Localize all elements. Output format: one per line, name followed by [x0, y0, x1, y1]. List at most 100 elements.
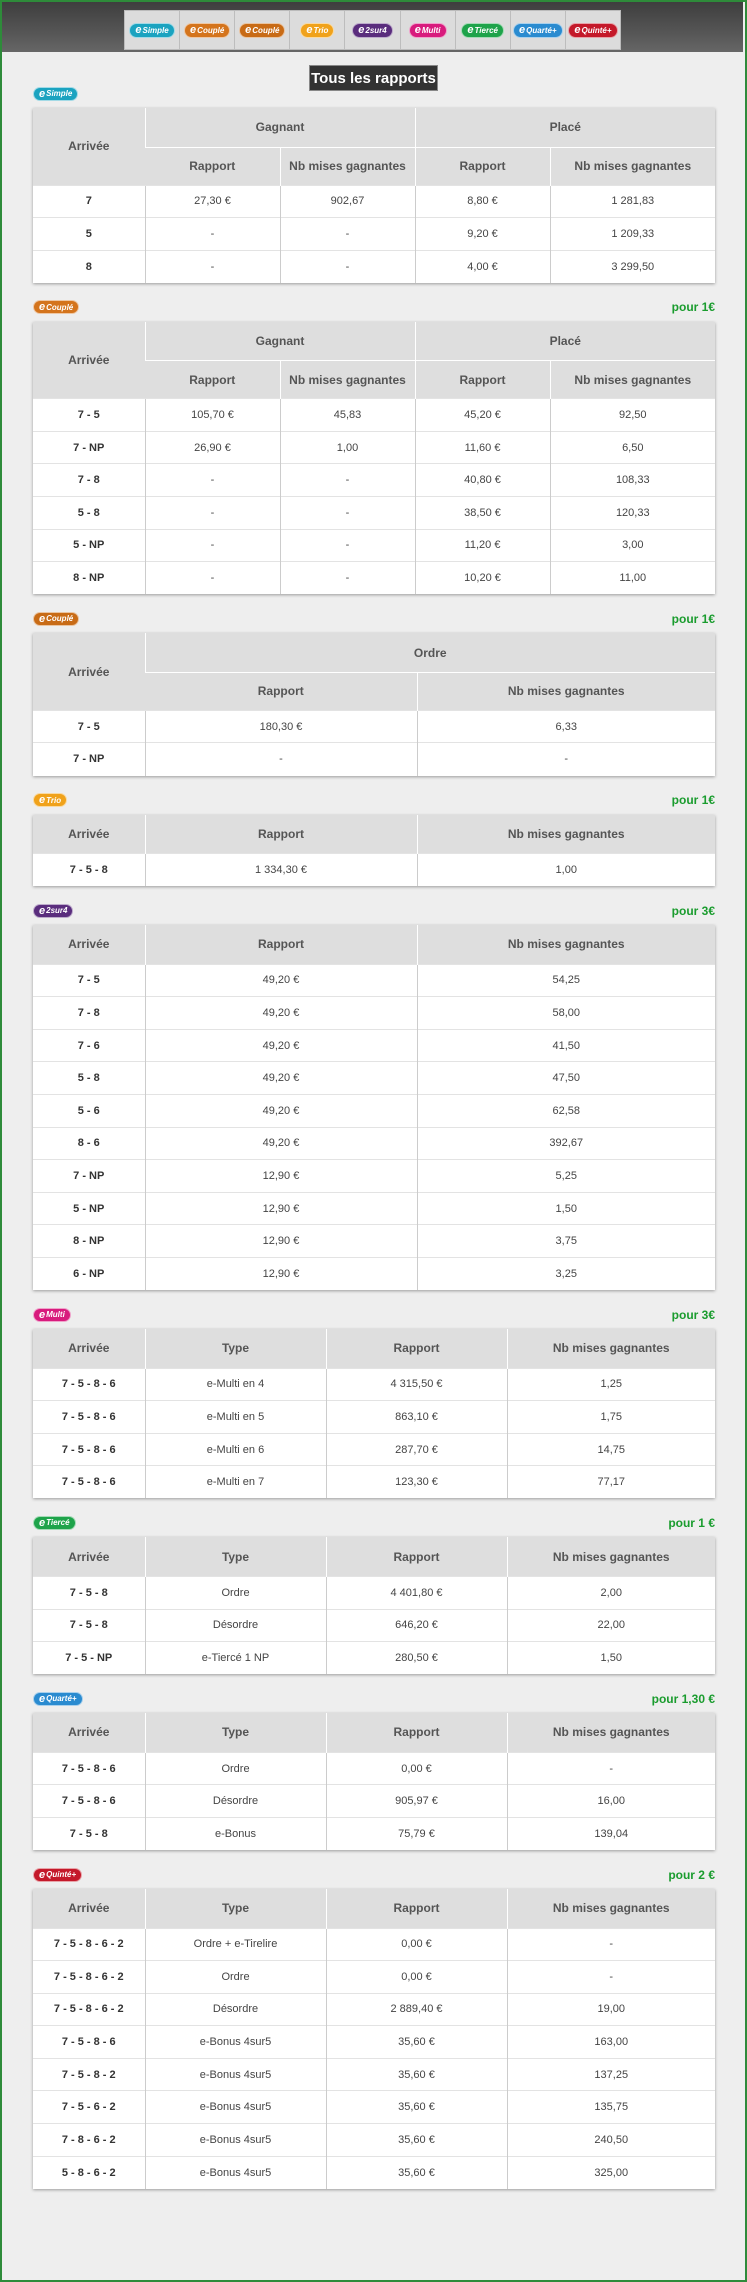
tab-e-couple-ordre-logo[interactable]: e Couplé — [235, 11, 291, 49]
value-cell: 54,25 — [416, 963, 715, 997]
value-cell: 41,50 — [416, 1028, 715, 1062]
col-header: Nb mises gagnantes — [506, 1713, 715, 1753]
e-couple-ordre-logo: e Couplé — [239, 22, 286, 38]
arrival-cell: 7 - 5 - 8 - 6 — [33, 1465, 145, 1499]
col-group-gagnant: Gagnant — [144, 321, 416, 362]
value-cell: 9,20 € — [414, 217, 551, 251]
table-row: 7 - 5 - 8 - 2 e-Bonus 4sur5 35,60 €137,25 — [33, 2057, 715, 2091]
table-row: 7 - 5 - 8 - 6 e-Multi en 5 863,10 €1,75 — [33, 1400, 715, 1434]
col-header: Nb mises gagnantes — [416, 925, 715, 965]
section-coupl: e Couplé pour 1€ Arrivée Ordre Rapport Nb mise… — [33, 609, 715, 776]
section-coupl: e Couplé pour 1€ Arrivée Gagnant Placé Rapport… — [33, 298, 716, 595]
section-quint: e Quinté+ pour 2 € Arrivée Type Rapport Nb mis… — [33, 1865, 715, 2189]
bet-logo-quart: e Quarté+ — [33, 1691, 83, 1706]
table-row: 7 - 8- -40,80 €108,33 — [33, 463, 716, 497]
header-row: Arrivée Type Rapport Nb mises gagnantes — [33, 1889, 715, 1928]
value-cell: 12,90 € — [144, 1224, 417, 1258]
table-row: 7 - 5 - 6 - 2 e-Bonus 4sur5 35,60 €135,75 — [33, 2090, 715, 2124]
bet-logo-tierc-label: Tiercé — [46, 1518, 70, 1528]
section-header: e Simple — [33, 84, 715, 103]
tab-e-couple-logo[interactable]: e Couplé — [180, 11, 236, 49]
arrival-cell: 7 - 5 - 8 - 2 — [33, 2057, 145, 2091]
value-cell: 3,75 — [416, 1224, 715, 1258]
bet-logo-quart-label: Quarté+ — [46, 1694, 77, 1704]
arrival-cell: 8 - NP — [33, 561, 145, 595]
stake-unit: pour 2 € — [668, 1867, 715, 1882]
col-header: Rapport — [144, 814, 417, 854]
arrival-cell: 7 - 8 — [33, 996, 145, 1030]
col-header: Rapport — [325, 1537, 507, 1577]
tab-e-quinte-logo[interactable]: e Quinté+ — [566, 11, 620, 49]
table-row: 8 - 6 49,20 €392,67 — [33, 1126, 715, 1160]
value-cell: 14,75 — [506, 1432, 715, 1466]
results-table: Arrivée Type Rapport Nb mises gagnantes 7 - … — [33, 1329, 715, 1499]
col-header: Arrivée — [33, 1713, 145, 1753]
col-header: Arrivée — [33, 1889, 145, 1928]
arrival-cell: 7 - 5 - 8 — [33, 1575, 145, 1610]
value-cell: 240,50 — [506, 2123, 715, 2157]
value-cell: 863,10 € — [325, 1400, 507, 1434]
bet-logo-coupl-label: Couplé — [46, 614, 74, 624]
value-cell: 1,00 — [279, 430, 416, 464]
table-row: 7 - 5 - 8 Désordre 646,20 €22,00 — [33, 1608, 715, 1642]
table-row: 7 - 5 - 8 - 6 e-Bonus 4sur5 35,60 €163,00 — [33, 2025, 715, 2059]
e-quinte-logo: e Quinté+ — [568, 22, 618, 38]
tab-e-quarte-logo[interactable]: e Quarté+ — [511, 11, 566, 49]
e-multi-logo-label: Multi — [421, 25, 441, 35]
e-letter-icon: e — [519, 24, 526, 36]
value-cell: 35,60 € — [325, 2057, 507, 2091]
value-cell: 1,75 — [506, 1400, 715, 1434]
col-header: Rapport — [144, 925, 417, 965]
arrival-cell: 7 - 5 - 8 - 6 — [33, 1400, 145, 1434]
bet-logo-multi: e Multi — [33, 1307, 71, 1322]
value-cell: e-Multi en 5 — [144, 1400, 326, 1434]
col-group-gagnant: Gagnant — [144, 108, 416, 148]
value-cell: 12,90 € — [144, 1159, 417, 1193]
e-2sur4-logo: e 2sur4 — [352, 22, 393, 38]
table-row: 7 - NP 26,90 €1,00 11,60 €6,50 — [33, 430, 716, 464]
reports-content: e Simple Arrivée Gagnant Placé Rapport Nb mise… — [33, 84, 716, 2189]
arrival-cell: 7 - NP — [33, 742, 145, 776]
value-cell: 45,83 — [279, 398, 416, 432]
arrival-cell: 7 - 5 - 8 - 6 — [33, 1432, 145, 1466]
col-header: Type — [144, 1537, 326, 1577]
value-cell: 905,97 € — [325, 1784, 507, 1818]
value-cell: 19,00 — [506, 1992, 715, 2026]
col-header: Rapport — [325, 1329, 507, 1369]
value-cell: 75,79 € — [325, 1816, 507, 1850]
e-letter-icon: e — [39, 612, 46, 625]
col-group-placé: Placé — [414, 321, 716, 362]
value-cell: 0,00 € — [325, 1960, 507, 1994]
arrival-cell: 6 - NP — [33, 1256, 145, 1291]
header-group-row: Arrivée Gagnant Placé — [33, 108, 716, 185]
value-cell: 120,33 — [549, 496, 716, 530]
arrival-cell: 5 — [33, 217, 145, 251]
value-cell: 6,33 — [416, 709, 715, 743]
header-group-row: Arrivée Ordre — [33, 633, 715, 711]
value-cell: Désordre — [144, 1784, 326, 1818]
tab-e-multi-logo[interactable]: e Multi — [401, 11, 456, 49]
tab-e-simple-logo[interactable]: e Simple — [125, 11, 181, 49]
value-cell: 2 889,40 € — [325, 1992, 507, 2026]
tab-e-tierce-logo[interactable]: e Tiercé — [456, 11, 511, 49]
section-header: e Quinté+ pour 2 € — [33, 1865, 715, 1884]
arrival-cell: 7 - 5 - 8 - 6 - 2 — [33, 1927, 145, 1961]
stake-unit: pour 1,30 € — [651, 1691, 715, 1706]
section-header: e Couplé pour 1€ — [33, 609, 715, 628]
value-cell: - — [506, 1751, 715, 1785]
table-row: 8 - NP - -10,20 €11,00 — [33, 561, 716, 595]
value-cell: 10,20 € — [414, 561, 551, 595]
e-couple-ordre-logo-label: Couplé — [252, 25, 280, 35]
value-cell: Ordre — [144, 1960, 326, 1994]
value-cell: - — [279, 463, 416, 497]
arrival-cell: 7 - 5 — [33, 398, 145, 432]
tab-e-2sur4-logo[interactable]: e 2sur4 — [345, 11, 401, 49]
value-cell: 8,80 € — [414, 184, 551, 218]
tab-e-trio-logo[interactable]: e Trio — [290, 11, 346, 49]
table-row: 7 - 8 - 6 - 2 e-Bonus 4sur5 35,60 €240,50 — [33, 2123, 715, 2157]
stake-unit: pour 3€ — [671, 1307, 715, 1322]
col-header: Nb mises gagnantes — [279, 147, 416, 185]
value-cell: 646,20 € — [325, 1608, 507, 1642]
arrival-cell: 7 - 8 — [33, 463, 145, 497]
value-cell: 139,04 — [506, 1816, 715, 1850]
